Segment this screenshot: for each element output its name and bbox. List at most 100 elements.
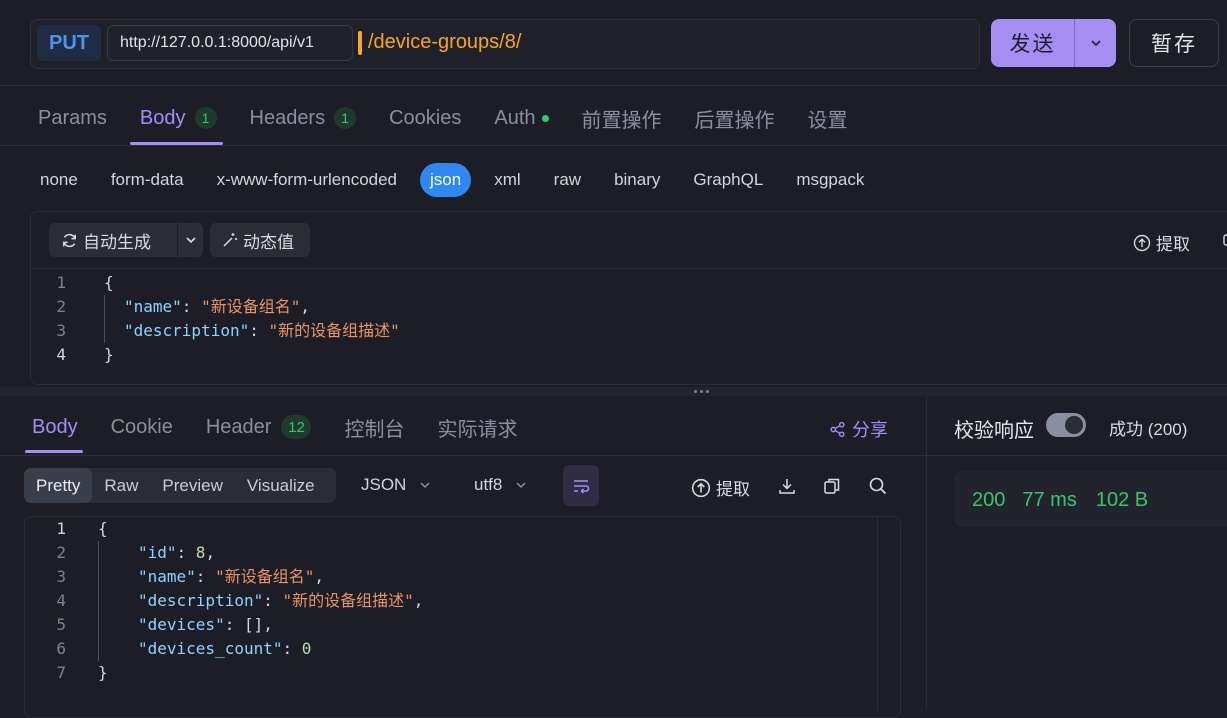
dynamic-value-button[interactable]: 动态值 [210,223,310,257]
more-icon[interactable] [1222,232,1227,248]
extract-button[interactable]: 提取 [1133,230,1190,255]
share-icon [830,421,845,437]
json-key: "id" [138,543,177,562]
copy-icon[interactable] [822,476,842,501]
divider [0,455,926,456]
validation-result: 成功 (200) [1109,420,1188,439]
status-code: 200 [972,489,1006,511]
body-type-none[interactable]: none [40,163,78,197]
json-key: "description" [124,321,250,340]
scrollbar-track[interactable] [877,517,878,710]
json-punct: , [413,591,424,610]
extract-label: 提取 [1156,235,1190,254]
autogen-label: 自动生成 [83,232,151,252]
json-value: 8 [195,543,206,562]
chevron-down-icon [185,237,196,244]
base-url-field[interactable]: http://127.0.0.1:8000/api/v1 [107,25,353,61]
count-badge: 1 [334,107,357,129]
resp-extract-button[interactable]: 提取 [691,475,750,500]
magic-wand-icon [223,233,237,247]
toggle-knob [1065,416,1083,434]
request-json-code[interactable]: 1{ 2 "name": "新设备组名", 3 "description": "新的… [36,271,400,367]
tab-label: Header [205,415,272,438]
format-select[interactable]: JSON [361,475,432,495]
code-brace: } [104,345,114,364]
tab-pre-request[interactable]: 前置操作 [582,104,662,132]
resp-tab-actual-request[interactable]: 实际请求 [437,412,517,442]
method-select[interactable]: PUT [37,25,101,61]
share-button[interactable]: 分享 [829,416,888,442]
body-type-msgpack[interactable]: msgpack [796,163,864,197]
resp-tab-header[interactable]: Header 12 [206,412,312,442]
body-type-binary[interactable]: binary [614,163,660,197]
refresh-icon [63,233,76,247]
send-button[interactable]: 发送 [991,19,1074,67]
tab-label: 实际请求 [437,418,518,441]
response-json-code[interactable]: 1{ 2 "id": 8, 3 "name": "新设备组名", 4 "descrip… [36,517,423,685]
tab-settings[interactable]: 设置 [808,104,848,132]
tab-label: Headers [249,106,326,129]
divider [0,85,1227,86]
body-type-graphql[interactable]: GraphQL [693,163,763,197]
line-number: 5 [56,615,66,634]
panel-splitter[interactable] [0,387,1227,396]
send-button-group[interactable]: 发送 [991,19,1116,67]
encoding-select[interactable]: utf8 [474,475,528,495]
body-type-form-data[interactable]: form-data [111,163,184,197]
json-value: "新设备组名" [201,297,301,316]
resp-tab-console[interactable]: 控制台 [344,412,404,442]
validate-toggle[interactable] [1046,413,1086,437]
response-size: 102 B [1095,489,1149,511]
line-number: 1 [56,519,66,538]
tab-label: Cookies [389,106,462,129]
validate-response-label: 校验响应 [954,420,1034,442]
line-number: 2 [56,543,66,562]
autogen-button[interactable]: 自动生成 [49,223,177,257]
tab-label: Auth [494,106,536,129]
view-mode-preview[interactable]: Preview [150,468,234,503]
tab-auth[interactable]: Auth [494,104,549,132]
request-tabs: Params Body 1 Headers 1 Cookies Auth 前置操作 … [38,104,881,132]
encoding-value: utf8 [474,475,503,494]
tab-cookies[interactable]: Cookies [389,104,461,132]
response-tabs: Body Cookie Header 12 控制台 实际请求 [32,412,550,442]
tab-label: 后置操作 [694,109,775,132]
json-key: "description" [138,591,264,610]
body-type-urlencoded[interactable]: x-www-form-urlencoded [217,163,397,197]
divider [0,145,1227,146]
resp-tab-cookie[interactable]: Cookie [111,412,173,442]
chevron-down-icon [516,482,526,489]
view-mode-raw[interactable]: Raw [92,468,150,503]
json-value: "新的设备组描述" [268,321,400,340]
vertical-divider [926,396,927,710]
tab-post-request[interactable]: 后置操作 [695,104,775,132]
send-dropdown-button[interactable] [1075,19,1116,67]
drag-handle-icon[interactable] [694,390,709,393]
autogen-dropdown-button[interactable] [178,233,203,247]
tab-headers[interactable]: Headers 1 [250,104,357,132]
body-type-xml[interactable]: xml [494,163,520,197]
word-wrap-toggle[interactable] [563,465,599,506]
view-mode-selector: Pretty Raw Preview Visualize [24,468,336,503]
view-mode-visualize[interactable]: Visualize [235,468,327,503]
tab-params[interactable]: Params [38,104,107,132]
line-number: 1 [56,273,66,292]
body-type-json[interactable]: json [420,163,472,197]
tab-label: 前置操作 [581,109,662,132]
tab-body[interactable]: Body 1 [140,104,217,132]
download-icon[interactable] [777,476,797,501]
json-punct: , [314,567,324,586]
view-mode-pretty[interactable]: Pretty [24,468,93,503]
extract-label: 提取 [716,480,750,499]
line-number: 3 [56,321,66,340]
path-input[interactable]: /device-groups/8/ [368,31,521,54]
search-icon[interactable] [868,476,888,501]
json-key: "devices" [138,615,225,634]
count-badge: 12 [281,415,312,439]
status-dot-icon [541,114,549,122]
format-value: JSON [361,475,407,494]
body-type-raw[interactable]: raw [554,163,581,197]
status-summary: 200 77 ms 102 B [972,489,1148,512]
save-draft-button[interactable]: 暂存 [1129,19,1219,67]
resp-tab-body[interactable]: Body [32,412,78,442]
